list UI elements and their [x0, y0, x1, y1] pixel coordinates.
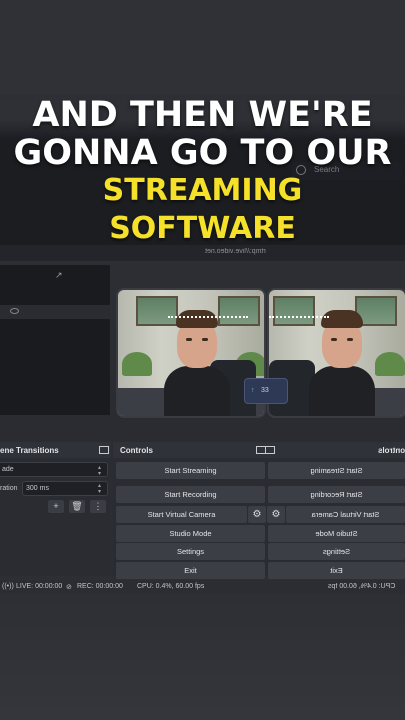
eye-icon[interactable] [10, 308, 19, 314]
plant [122, 352, 152, 376]
controls-title: Controls [120, 446, 153, 455]
mic-chip: ↑ 33 [244, 378, 288, 404]
add-transition-button[interactable]: + [48, 500, 64, 513]
live-timer: LIVE: 00:00:00 [16, 583, 63, 590]
start-virtual-camera-button-mirror[interactable]: Start Virtual Camera [286, 506, 405, 523]
plant [375, 352, 405, 376]
virtual-camera-settings-gear-icon-mirror[interactable]: ⚙ [267, 506, 285, 523]
obs-screen: Search rtmp://live.video.net ↗ ↑ 33 AND … [0, 0, 405, 720]
start-virtual-camera-button[interactable]: Start Virtual Camera [116, 506, 247, 523]
undock-icon[interactable] [99, 446, 109, 454]
person [164, 304, 230, 416]
person [309, 304, 375, 416]
start-streaming-button[interactable]: Start Streaming [116, 462, 265, 479]
stream-url: rtmp://live.video.net [205, 248, 266, 255]
dotted-guide [168, 316, 248, 318]
record-icon: ⊘ [66, 584, 72, 591]
source-list [0, 265, 110, 415]
caption-overlay: AND THEN WE'RE GONNA GO TO OUR STREAMING… [0, 96, 405, 248]
select-arrows-icon: ▴ ▾ [98, 465, 102, 477]
rec-timer: REC: 00:00:00 [77, 583, 123, 590]
cpu-fps: CPU: 0.4%, 60.00 fps [137, 583, 205, 590]
duration-label: ration [0, 485, 18, 492]
transition-select[interactable] [0, 462, 108, 477]
scene-transitions-title: ene Transitions [0, 446, 59, 455]
settings-button-mirror[interactable]: Settings [268, 543, 405, 560]
caption-line-3: STREAMING [102, 173, 303, 208]
exit-button[interactable]: Exit [116, 562, 265, 579]
remove-transition-button[interactable]: 🗑 [69, 500, 85, 513]
dotted-guide [269, 316, 329, 318]
caption-line-4: SOFTWARE [109, 211, 296, 246]
studio-mode-button-mirror[interactable]: Studio Mode [268, 525, 405, 542]
cursor-icon: ↗ [55, 270, 63, 280]
exit-button-mirror[interactable]: Exit [268, 562, 405, 579]
arrow-up-icon: ↑ [251, 387, 255, 394]
mic-level: 33 [261, 387, 269, 394]
caption-line-2: GONNA GO TO OUR [13, 133, 392, 173]
caption-line-1: AND THEN WE'RE [32, 95, 373, 135]
cpu-fps-mirror: CPU: 0.4%, 60.00 fps [328, 583, 396, 590]
studio-mode-button[interactable]: Studio Mode [116, 525, 265, 542]
transition-value: ade [2, 466, 14, 473]
spin-arrows-icon[interactable]: ▴ ▾ [98, 483, 101, 495]
start-streaming-button-mirror[interactable]: Start Streaming [268, 462, 405, 479]
undock-icon-mirror[interactable] [265, 446, 275, 454]
start-recording-button[interactable]: Start Recording [116, 486, 265, 503]
virtual-camera-settings-gear-icon[interactable]: ⚙ [248, 506, 266, 523]
broadcast-icon: ((•)) [2, 583, 14, 590]
transition-menu-button[interactable]: ⋮ [90, 500, 106, 513]
start-recording-button-mirror[interactable]: Start Recording [268, 486, 405, 503]
settings-button[interactable]: Settings [116, 543, 265, 560]
top-bar [0, 0, 405, 95]
duration-value: 300 ms [26, 485, 49, 492]
controls-title-mirror: ontrols [378, 446, 405, 455]
